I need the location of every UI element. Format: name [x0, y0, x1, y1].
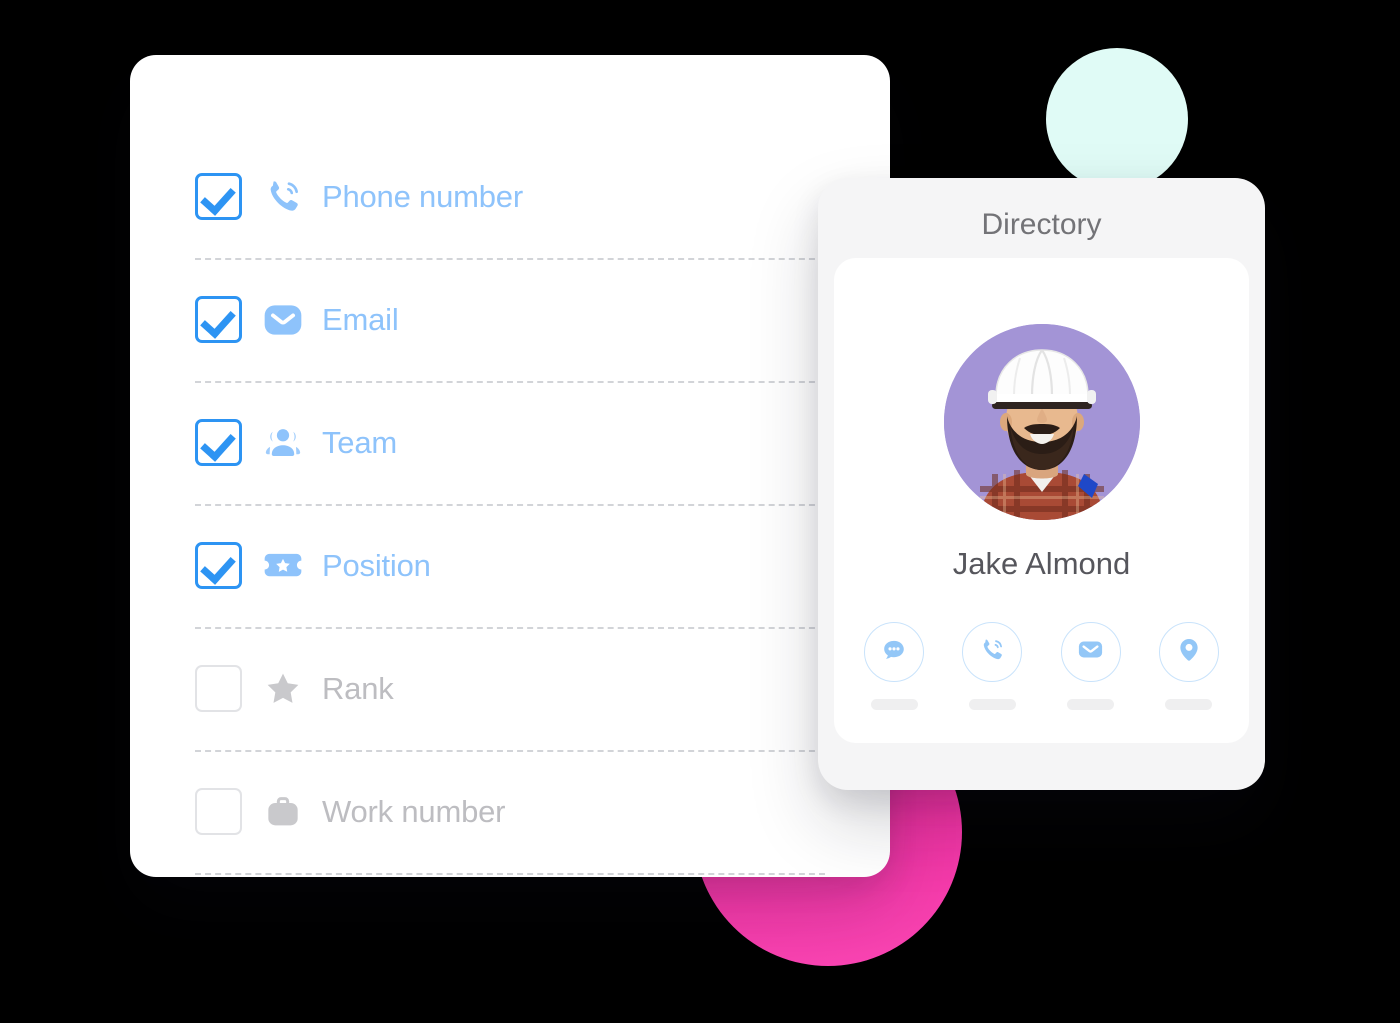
field-label-work-number: Work number	[322, 793, 506, 829]
field-row-email[interactable]: Email	[195, 258, 890, 381]
action-location-button[interactable]	[1158, 622, 1219, 682]
field-label-rank: Rank	[322, 670, 394, 706]
action-call[interactable]	[954, 622, 1030, 710]
checkbox-work-number[interactable]	[195, 788, 242, 835]
row-separator	[195, 381, 825, 383]
action-call-placeholder-bar	[968, 699, 1016, 710]
contact-fields-card: Phone number Email Team Position Rank Wo…	[130, 55, 890, 877]
field-label-position: Position	[322, 547, 431, 583]
field-label-team: Team	[322, 424, 398, 460]
directory-title: Directory	[981, 208, 1102, 241]
avatar	[943, 324, 1140, 520]
team-icon	[260, 420, 306, 466]
profile-card: Jake Almond	[834, 258, 1249, 743]
action-email-button[interactable]	[1060, 622, 1121, 682]
checkbox-email[interactable]	[195, 296, 242, 343]
action-email-placeholder-bar	[1067, 699, 1115, 710]
action-email[interactable]	[1053, 622, 1129, 710]
action-chat[interactable]	[856, 622, 932, 710]
action-call-button[interactable]	[962, 622, 1023, 682]
phone-icon	[260, 174, 306, 220]
chat-icon	[880, 636, 908, 669]
checkbox-position[interactable]	[195, 542, 242, 589]
action-chat-placeholder-bar	[870, 699, 918, 710]
field-row-position[interactable]: Position	[195, 504, 890, 627]
action-location[interactable]	[1151, 622, 1227, 710]
checkbox-phone-number[interactable]	[195, 173, 242, 220]
row-separator	[195, 258, 825, 260]
email-icon	[1076, 635, 1105, 669]
contact-fields-list: Phone number Email Team Position Rank Wo…	[195, 135, 890, 877]
action-chat-button[interactable]	[864, 622, 924, 682]
profile-name: Jake Almond	[952, 546, 1131, 581]
row-separator	[195, 627, 825, 629]
profile-actions	[856, 622, 1227, 710]
location-icon	[1175, 636, 1203, 669]
field-row-work-number[interactable]: Work number	[195, 750, 890, 873]
field-row-phone-number[interactable]: Phone number	[195, 135, 890, 258]
row-separator	[195, 750, 825, 752]
position-icon	[260, 543, 306, 589]
checkbox-team[interactable]	[195, 419, 242, 466]
screenshot-stage: Phone number Email Team Position Rank Wo…	[0, 0, 1400, 1023]
row-separator	[195, 504, 825, 506]
star-icon	[260, 666, 306, 712]
email-icon	[260, 297, 306, 343]
field-label-phone-number: Phone number	[322, 178, 523, 214]
directory-card: Directory Jake Almond	[818, 178, 1265, 790]
action-location-placeholder-bar	[1165, 699, 1213, 710]
field-row-team[interactable]: Team	[195, 381, 890, 504]
phone-icon	[978, 636, 1006, 669]
row-separator	[195, 873, 825, 875]
briefcase-icon	[260, 789, 306, 835]
field-label-email: Email	[322, 301, 399, 337]
field-row-rank[interactable]: Rank	[195, 627, 890, 750]
mint-circle-decoration	[1046, 48, 1188, 190]
checkbox-rank[interactable]	[195, 665, 242, 712]
